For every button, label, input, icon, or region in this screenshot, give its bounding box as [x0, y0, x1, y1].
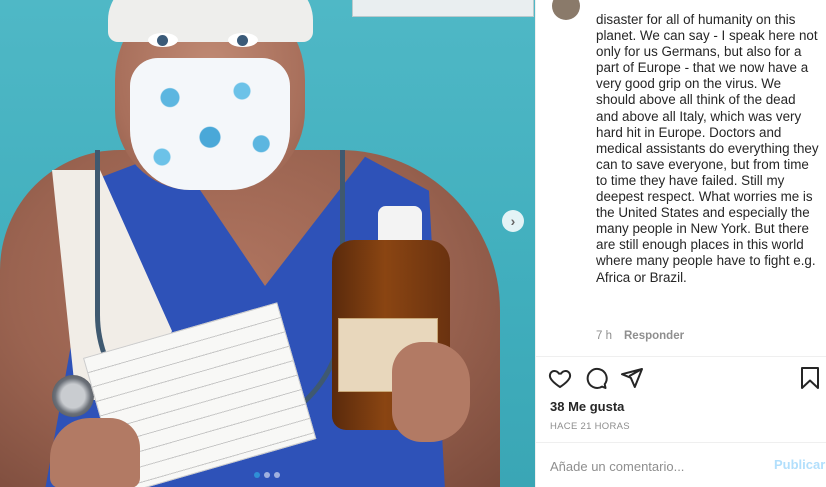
paper-plane-icon[interactable] [620, 366, 646, 392]
avatar[interactable] [552, 0, 580, 20]
background-frame [352, 0, 534, 17]
left-hand [50, 418, 140, 487]
stethoscope-chestpiece [52, 375, 94, 417]
likes-count[interactable]: 38 Me gusta [550, 399, 624, 414]
heart-icon[interactable] [548, 366, 574, 392]
carousel-dot [274, 472, 280, 478]
caption-text: disaster for all of humanity on this pla… [596, 12, 819, 285]
comment-age: 7 h [596, 330, 612, 342]
comment-meta: 7 h Responder [596, 330, 684, 342]
right-hand [392, 342, 470, 442]
comment-bubble-icon[interactable] [584, 366, 610, 392]
post-photo[interactable]: › [0, 0, 535, 487]
comment-input[interactable] [548, 454, 762, 478]
post-timestamp[interactable]: HACE 21 HORAS [550, 421, 630, 432]
action-bar [548, 366, 819, 392]
post-side-panel: disaster for all of humanity on this pla… [535, 0, 826, 487]
reply-button[interactable]: Responder [624, 330, 684, 342]
head-bandage [108, 0, 313, 42]
right-eye [228, 33, 258, 47]
divider [536, 442, 826, 443]
bookmark-icon[interactable] [798, 366, 824, 392]
publish-button[interactable]: Publicar [774, 457, 825, 472]
divider [536, 356, 826, 357]
left-eye [148, 33, 178, 47]
carousel-dot [264, 472, 270, 478]
carousel-dot-active [254, 472, 260, 478]
carousel-dots [254, 472, 280, 478]
chevron-right-icon[interactable]: › [502, 210, 524, 232]
